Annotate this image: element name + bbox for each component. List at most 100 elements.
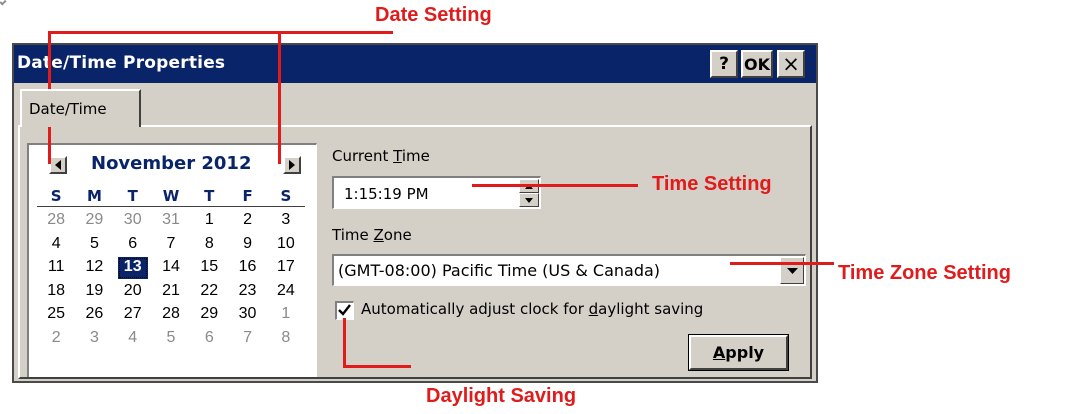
calendar-day[interactable]: 5 [152,327,190,351]
calendar-day[interactable]: 1 [267,303,305,327]
time-zone-value[interactable]: (GMT-08:00) Pacific Time (US & Canada) [338,261,660,280]
calendar-day[interactable]: 21 [152,280,190,304]
weekday-label: T [127,187,138,205]
selected-day[interactable]: 13 [117,257,148,279]
calendar-day[interactable]: 1 [190,209,228,233]
calendar-day[interactable]: 10 [267,233,305,257]
calendar-day[interactable]: 7 [228,327,266,351]
calendar-day[interactable]: 14 [152,256,190,280]
calendar-day[interactable]: 30 [114,209,152,233]
weekday-divider [37,206,305,207]
calendar-header: November 2012 [29,152,315,180]
ok-button[interactable]: OK [741,50,773,78]
calendar-day[interactable]: 9 [228,233,266,257]
calendar-day[interactable]: 24 [267,280,305,304]
date-setting-callout: Date Setting [375,4,492,26]
time-zone-callout-line [730,262,834,265]
calendar-day[interactable]: 6 [114,233,152,257]
calendar-day[interactable]: 4 [37,233,75,257]
calendar-day[interactable]: 7 [152,233,190,257]
current-time-label: Current Time [332,147,430,165]
time-callout-line [472,184,638,187]
calendar-day[interactable]: 25 [37,303,75,327]
time-zone-label: Time Zone [332,226,412,244]
triangle-down-icon [525,197,533,203]
weekday-label: S [50,187,62,205]
time-setting-callout: Time Setting [652,173,772,195]
calendar-day[interactable]: 12 [75,256,113,280]
label-text: aylight saving [598,300,704,318]
day-grid: 28 29 30 31 1 2 3 4 5 6 7 8 9 10 11 12 13 14 15 16 17 18 19 20 2… [37,209,305,350]
calendar-day[interactable]: 29 [75,209,113,233]
calendar-day[interactable]: 28 [152,303,190,327]
date-time-properties-dialog: Date/Time Properties ? OK × Date/Time No… [12,43,818,383]
label-text: Time [332,226,374,244]
calendar-day[interactable]: 8 [267,327,305,351]
weekday-label: W [162,187,180,205]
label-text: pply [725,343,765,362]
calendar-day[interactable]: 19 [75,280,113,304]
date-callout-line [278,31,281,164]
weekday-label: S [280,187,292,205]
apply-button[interactable]: Apply [688,334,789,371]
calendar-day[interactable]: 16 [228,256,266,280]
calendar-day[interactable]: 20 [114,280,152,304]
triangle-left-icon [55,160,61,170]
calendar-day[interactable]: 3 [267,209,305,233]
date-callout-line [48,31,393,34]
calendar-day[interactable]: 2 [37,327,75,351]
calendar-day[interactable]: 3 [75,327,113,351]
calendar-day[interactable]: 27 [114,303,152,327]
calendar-day[interactable]: 5 [75,233,113,257]
weekday-header: S M T W T F S [37,187,305,207]
accelerator-key: Z [373,226,384,244]
calendar-day[interactable]: 15 [190,256,228,280]
tab-date-time[interactable]: Date/Time [20,89,141,127]
label-text: Current [332,147,394,165]
label-text: ime [401,147,430,165]
spin-down-button[interactable] [519,193,539,207]
daylight-callout-line [343,365,411,368]
time-field[interactable]: 1:15:19 PM [332,176,541,209]
calendar-day[interactable]: 18 [37,280,75,304]
tab-strip: Date/Time [14,83,816,127]
calendar-day[interactable]: 6 [190,327,228,351]
next-month-button[interactable] [283,156,301,174]
accelerator-key: T [393,147,402,165]
time-zone-select[interactable]: (GMT-08:00) Pacific Time (US & Canada) [332,254,806,286]
month-year-label[interactable]: November 2012 [91,153,251,174]
calendar-day[interactable]: 30 [228,303,266,327]
accelerator-key: d [588,300,599,318]
calendar-day[interactable]: 17 [267,256,305,280]
checkmark-icon [338,304,351,316]
previous-month-button[interactable] [49,156,67,174]
calendar-day[interactable]: 2 [228,209,266,233]
weekday-label: F [242,187,253,205]
month-calendar: November 2012 S M T W T F S 28 29 30 31 1 2 3 4… [27,143,317,377]
daylight-saving-callout: Daylight Saving [426,385,577,407]
title-bar: Date/Time Properties ? OK × [14,45,816,83]
chevron-down-icon [786,267,798,274]
daylight-saving-label[interactable]: Automatically adjust clock for daylight … [361,300,703,318]
calendar-day[interactable]: 23 [228,280,266,304]
weekday-label: T [204,187,215,205]
close-button[interactable]: × [777,50,805,78]
calendar-day[interactable]: 8 [190,233,228,257]
fragment-mark [0,0,7,6]
triangle-right-icon [289,160,295,170]
help-button[interactable]: ? [710,50,738,78]
accelerator-key: A [712,343,726,362]
calendar-day[interactable]: 31 [152,209,190,233]
time-value[interactable]: 1:15:19 PM [344,185,429,203]
label-text: Automatically adjust clock for [361,300,589,318]
calendar-day[interactable]: 26 [75,303,113,327]
calendar-day[interactable]: 28 [37,209,75,233]
label-text: one [383,226,412,244]
calendar-day[interactable]: 29 [190,303,228,327]
calendar-day[interactable]: 11 [37,256,75,280]
calendar-day[interactable]: 4 [114,327,152,351]
weekday-label: M [86,187,102,205]
time-zone-setting-callout: Time Zone Setting [838,262,1011,284]
calendar-day[interactable]: 22 [190,280,228,304]
daylight-callout-line [343,318,346,367]
